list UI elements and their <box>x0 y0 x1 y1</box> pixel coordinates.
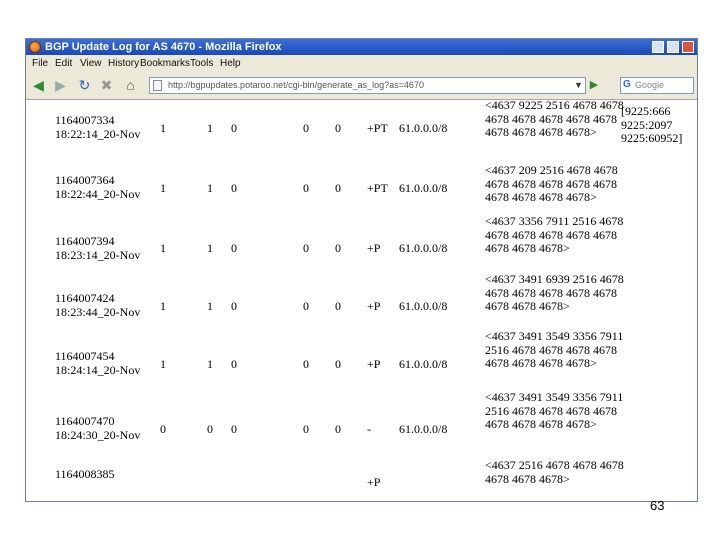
col-3: 0 <box>231 357 237 371</box>
col-1: 1 <box>160 357 166 371</box>
col-1: 1 <box>160 181 166 195</box>
community-note: [9225:666 9225:2097 9225:60952] <box>621 104 683 145</box>
timestamp: 1164007454 <box>55 349 115 363</box>
timestamp: 1164008385 <box>55 467 115 481</box>
back-arrow-icon[interactable]: ◀ <box>30 77 47 94</box>
go-arrow-icon[interactable]: ▶ <box>587 77 601 94</box>
col-1: 1 <box>160 121 166 135</box>
navigation-toolbar: ◀ ▶ ↻ ✖ ⌂ http://bgpupdates.potaroo.net/… <box>26 73 697 100</box>
timestamp: 1164007364 <box>55 173 115 187</box>
col-2: 1 <box>207 299 213 313</box>
date-time: 18:22:14_20-Nov <box>55 127 141 141</box>
col-5: 0 <box>335 422 341 436</box>
browser-window: BGP Update Log for AS 4670 - Mozilla Fir… <box>25 38 698 502</box>
col-5: 0 <box>335 241 341 255</box>
url-text: http://bgpupdates.potaroo.net/cgi-bin/ge… <box>168 80 424 90</box>
date-time: 18:22:44_20-Nov <box>55 187 141 201</box>
col-1: 1 <box>160 299 166 313</box>
flag: +P <box>367 241 381 255</box>
menu-history[interactable]: History <box>108 55 139 73</box>
prefix: 61.0.0.0/8 <box>399 357 448 371</box>
col-4: 0 <box>303 241 309 255</box>
date-time: 18:24:30_20-Nov <box>55 428 141 442</box>
flag: +P <box>367 357 381 371</box>
col-2: 1 <box>207 181 213 195</box>
forward-arrow-icon[interactable]: ▶ <box>52 77 69 94</box>
as-path: <4637 3491 6939 2516 4678 4678 4678 4678… <box>485 272 624 313</box>
col-2: 0 <box>207 422 213 436</box>
col-4: 0 <box>303 357 309 371</box>
as-path: <4637 3491 3549 3356 7911 2516 4678 4678… <box>485 390 624 431</box>
page-content: 1164007334 18:22:14_20-Nov 1 1 0 0 0 +PT… <box>26 98 697 501</box>
col-3: 0 <box>231 422 237 436</box>
address-bar[interactable]: http://bgpupdates.potaroo.net/cgi-bin/ge… <box>149 77 586 94</box>
flag: - <box>367 422 371 436</box>
col-2: 1 <box>207 357 213 371</box>
col-3: 0 <box>231 181 237 195</box>
as-path: <4637 3356 7911 2516 4678 4678 4678 4678… <box>485 214 624 255</box>
maximize-button[interactable] <box>667 41 679 53</box>
col-1: 0 <box>160 422 166 436</box>
timestamp: 1164007334 <box>55 113 115 127</box>
google-icon: G <box>623 79 631 90</box>
firefox-icon <box>29 41 41 53</box>
prefix: 61.0.0.0/8 <box>399 299 448 313</box>
search-input[interactable]: G Google <box>620 77 694 94</box>
menu-view[interactable]: View <box>80 55 102 73</box>
menu-edit[interactable]: Edit <box>55 55 72 73</box>
timestamp: 1164007394 <box>55 234 115 248</box>
col-2: 1 <box>207 121 213 135</box>
home-icon[interactable]: ⌂ <box>122 77 139 94</box>
date-time: 18:24:14_20-Nov <box>55 363 141 377</box>
prefix: 61.0.0.0/8 <box>399 121 448 135</box>
col-4: 0 <box>303 121 309 135</box>
title-bar: BGP Update Log for AS 4670 - Mozilla Fir… <box>26 39 697 55</box>
flag: +PT <box>367 121 388 135</box>
page-icon <box>153 80 162 91</box>
reload-icon[interactable]: ↻ <box>76 77 93 94</box>
as-path: <4637 9225 2516 4678 4678 4678 4678 4678… <box>485 98 624 139</box>
prefix: 61.0.0.0/8 <box>399 422 448 436</box>
search-placeholder: Google <box>635 80 665 90</box>
col-5: 0 <box>335 181 341 195</box>
col-3: 0 <box>231 241 237 255</box>
as-path: <4637 3491 3549 3356 7911 2516 4678 4678… <box>485 329 624 370</box>
as-path: <4637 2516 4678 4678 4678 4678 4678 4678… <box>485 458 624 486</box>
chevron-down-icon[interactable]: ▼ <box>574 77 584 94</box>
col-4: 0 <box>303 422 309 436</box>
prefix: 61.0.0.0/8 <box>399 241 448 255</box>
date-time: 18:23:44_20-Nov <box>55 305 141 319</box>
slide-page-number: 63 <box>650 498 665 513</box>
col-4: 0 <box>303 181 309 195</box>
timestamp: 1164007424 <box>55 291 115 305</box>
timestamp: 1164007470 <box>55 414 115 428</box>
col-2: 1 <box>207 241 213 255</box>
col-4: 0 <box>303 299 309 313</box>
menu-file[interactable]: File <box>32 55 48 73</box>
prefix: 61.0.0.0/8 <box>399 181 448 195</box>
menu-bar: File Edit View History Bookmarks Tools H… <box>26 55 697 73</box>
date-time: 18:23:14_20-Nov <box>55 248 141 262</box>
col-5: 0 <box>335 299 341 313</box>
col-3: 0 <box>231 299 237 313</box>
minimize-button[interactable] <box>652 41 664 53</box>
window-title: BGP Update Log for AS 4670 - Mozilla Fir… <box>45 41 282 53</box>
as-path: <4637 209 2516 4678 4678 4678 4678 4678 … <box>485 163 618 204</box>
col-3: 0 <box>231 121 237 135</box>
col-5: 0 <box>335 121 341 135</box>
flag: +PT <box>367 181 388 195</box>
flag: +P <box>367 475 381 489</box>
col-5: 0 <box>335 357 341 371</box>
flag: +P <box>367 299 381 313</box>
stop-icon[interactable]: ✖ <box>98 77 115 94</box>
close-button[interactable] <box>682 41 694 53</box>
menu-help[interactable]: Help <box>220 55 241 73</box>
menu-bookmarks[interactable]: Bookmarks <box>140 55 190 73</box>
menu-tools[interactable]: Tools <box>190 55 213 73</box>
col-1: 1 <box>160 241 166 255</box>
